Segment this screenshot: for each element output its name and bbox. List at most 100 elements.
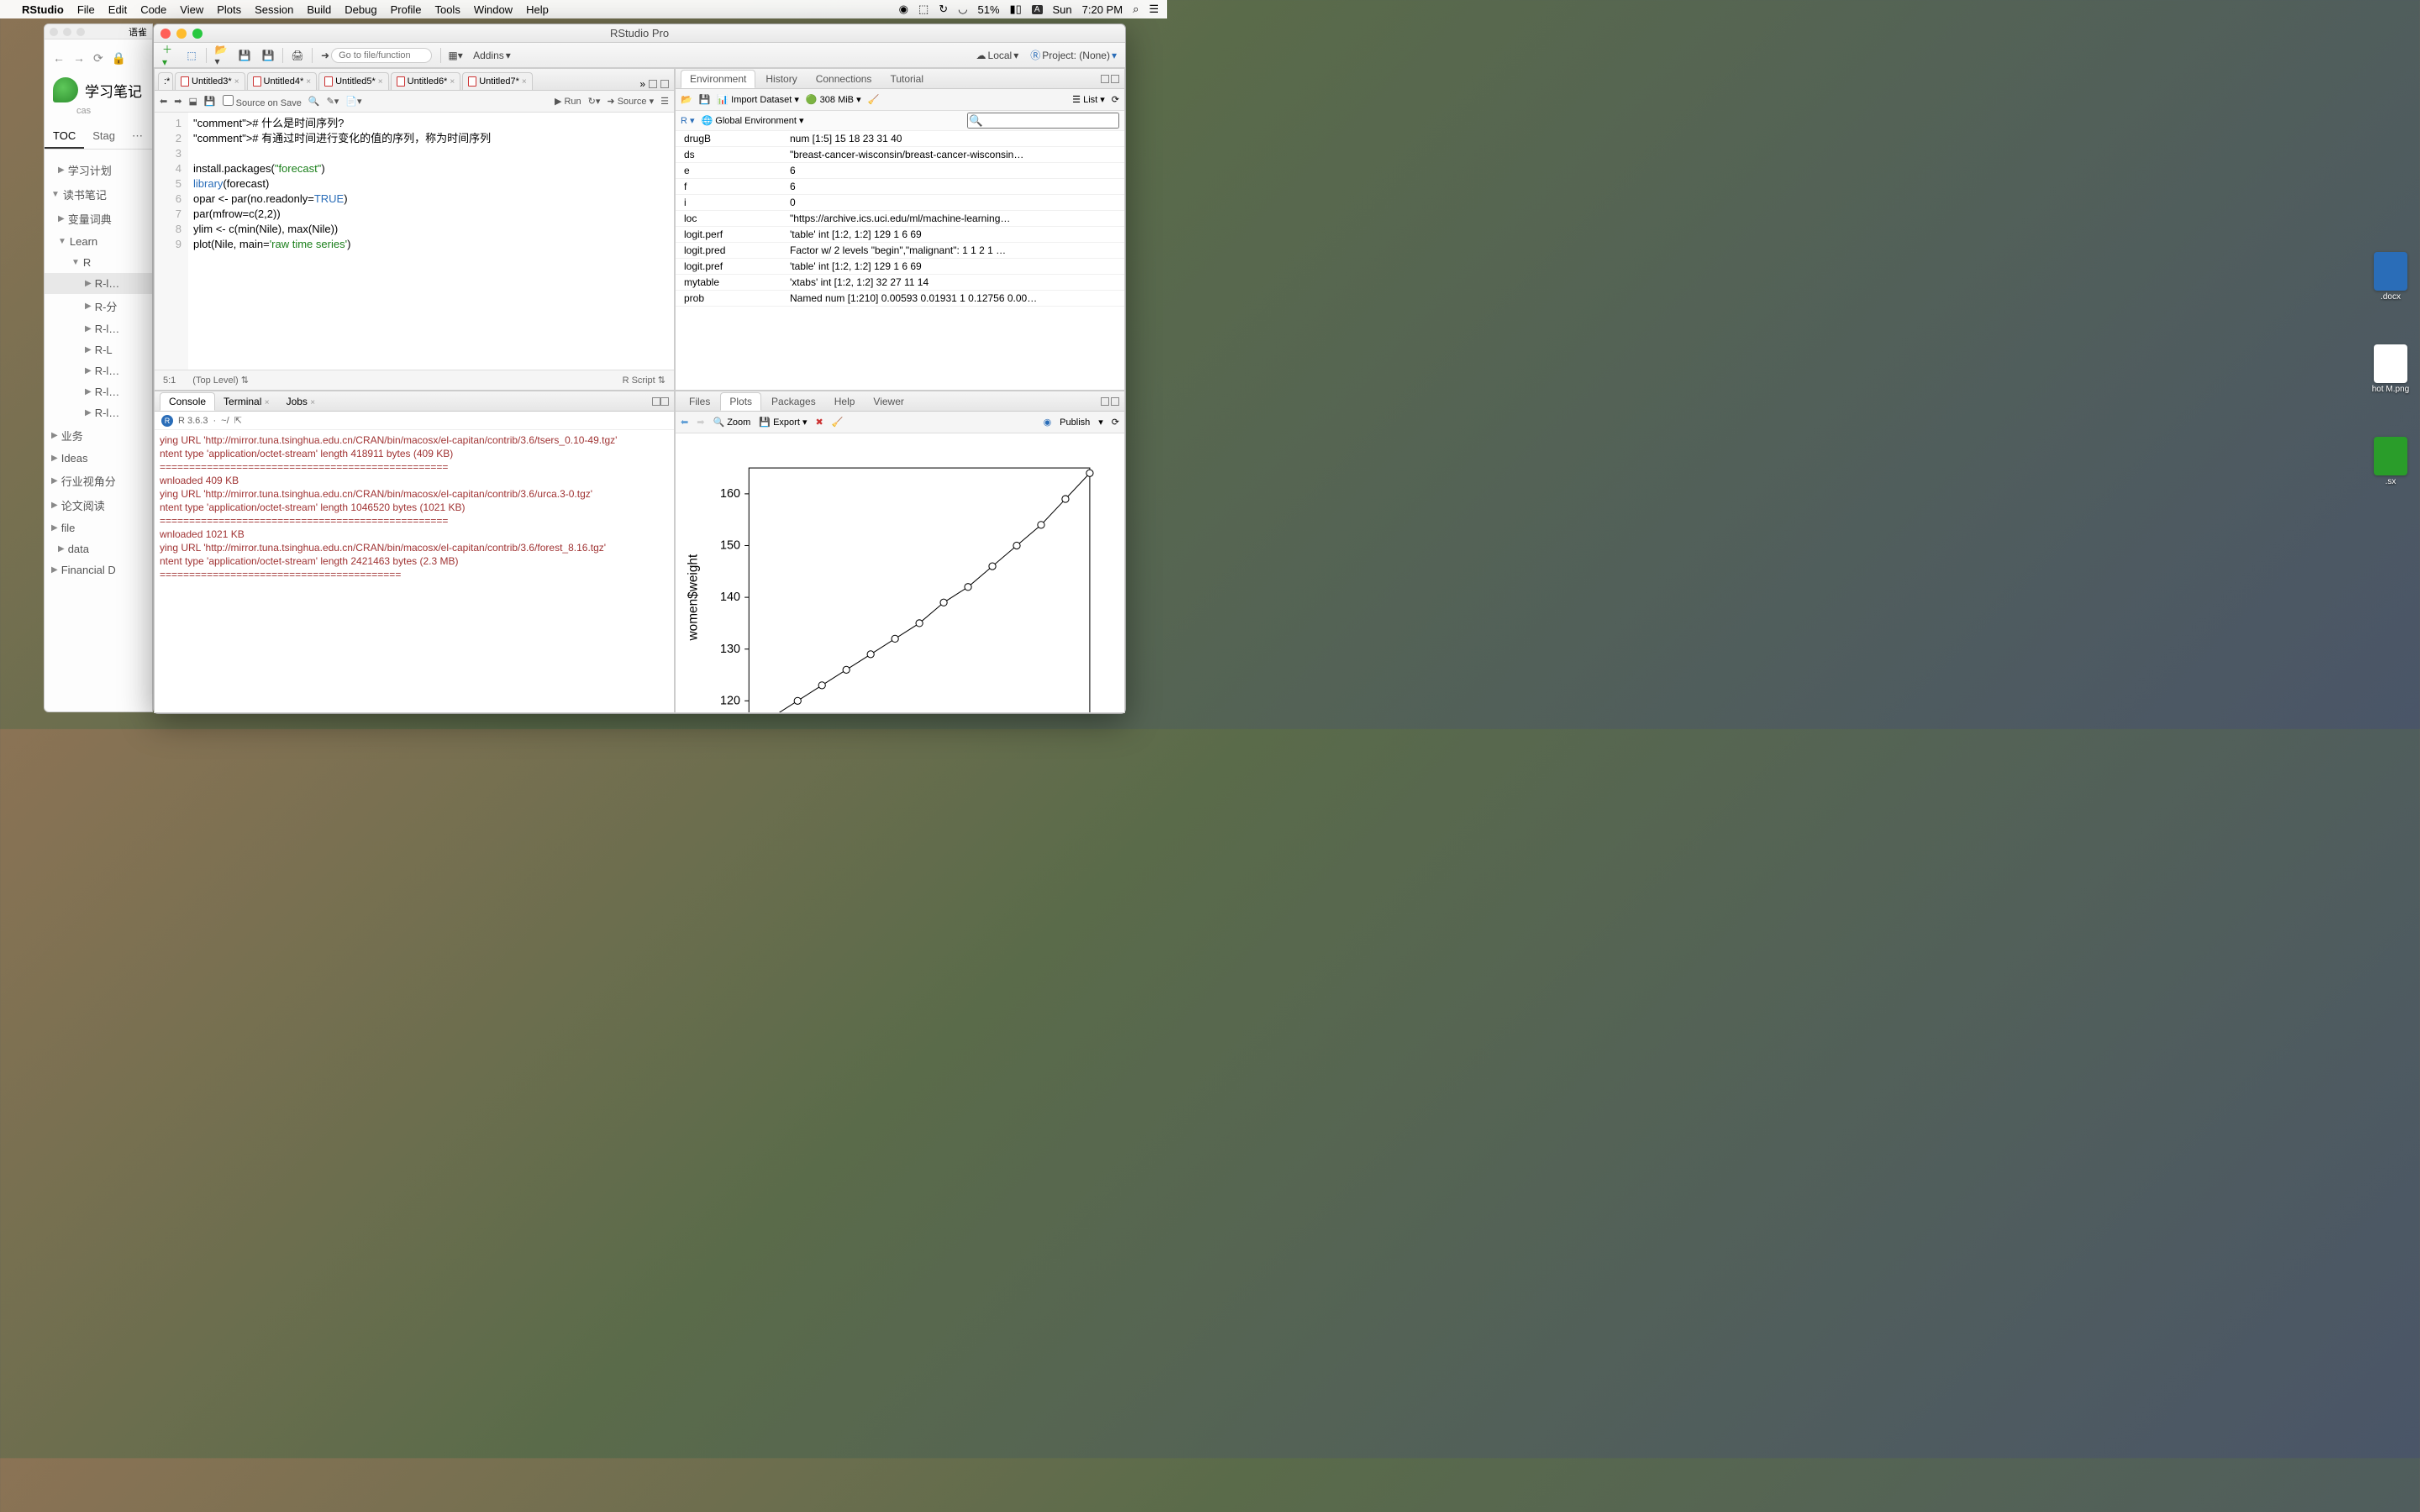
forward-icon[interactable]: ➡ [174, 96, 182, 107]
env-row[interactable]: drugBnum [1:5] 15 18 23 31 40 [676, 131, 1124, 147]
record-icon[interactable]: ◉ [899, 3, 908, 16]
zoom-button[interactable]: 🔍 Zoom [713, 417, 750, 428]
broom-icon[interactable]: 🧹 [868, 94, 880, 105]
find-icon[interactable]: 🔍 [308, 96, 320, 107]
tab-close-icon[interactable]: × [450, 77, 455, 87]
tree-item[interactable]: ▶Ideas [45, 448, 152, 469]
env-search[interactable] [967, 113, 1119, 129]
source-tab[interactable]: Untitled3*× [175, 72, 245, 90]
tree-item[interactable]: ▶变量词典 [45, 207, 152, 231]
tab-plots[interactable]: Plots [720, 392, 761, 411]
source-button[interactable]: ➜ Source ▾ [607, 96, 654, 107]
tree-item[interactable]: ▶R-l… [45, 318, 152, 339]
outline-icon[interactable]: ☰ [660, 96, 669, 107]
maximize-icon[interactable] [192, 29, 203, 39]
console-output[interactable]: ying URL 'http://mirror.tuna.tsinghua.ed… [155, 430, 674, 712]
plot-next-icon[interactable]: ➡ [697, 417, 704, 428]
tree-item[interactable]: ▶R-l… [45, 381, 152, 402]
env-row[interactable]: logit.pref'table' int [1:2, 1:2] 129 1 6… [676, 259, 1124, 275]
tab-files[interactable]: Files [681, 393, 718, 410]
menu-plots[interactable]: Plots [217, 3, 241, 16]
env-row[interactable]: ds"breast-cancer-wisconsin/breast-cancer… [676, 147, 1124, 163]
desktop-file[interactable]: .docx [2370, 252, 2412, 302]
control-center-icon[interactable]: ☰ [1149, 3, 1159, 16]
menu-edit[interactable]: Edit [108, 3, 127, 16]
tab-close-icon[interactable]: × [234, 77, 239, 87]
menu-view[interactable]: View [180, 3, 203, 16]
source-tab[interactable]: Untitled6*× [391, 72, 461, 90]
tab-history[interactable]: History [757, 71, 805, 87]
menu-file[interactable]: File [77, 3, 95, 16]
tabs-overflow-icon[interactable]: » [639, 78, 645, 90]
menu-tools[interactable]: Tools [434, 3, 460, 16]
tab-close-icon[interactable]: × [265, 398, 270, 407]
tab-help[interactable]: Help [826, 393, 864, 410]
pane-maximize-icon[interactable] [660, 80, 669, 88]
tab-console[interactable]: Console [160, 392, 215, 411]
goto-file[interactable]: ➜ [318, 46, 435, 65]
tree-item[interactable]: ▶R-分 [45, 294, 152, 318]
pane-minimize-icon[interactable] [649, 80, 657, 88]
reload-icon[interactable]: ⟳ [93, 51, 103, 66]
code-editor[interactable]: 123456789 "comment"># 什么是时间序列? "comment"… [155, 113, 674, 370]
app-name[interactable]: RStudio [22, 3, 64, 16]
tree-item[interactable]: ▶论文阅读 [45, 493, 152, 517]
print-icon[interactable]: 🖨 [288, 47, 307, 64]
local-branch[interactable]: ☁ Local ▾ [973, 48, 1023, 63]
tree-item[interactable]: ▶data [45, 538, 152, 559]
project-menu[interactable]: Ⓡ Project: (None) ▾ [1027, 46, 1120, 64]
battery-percent[interactable]: 51% [977, 3, 999, 16]
memory-usage[interactable]: 🟢 308 MiB ▾ [806, 94, 861, 105]
tab-connections[interactable]: Connections [808, 71, 881, 87]
env-row[interactable]: probNamed num [1:210] 0.00593 0.01931 1 … [676, 291, 1124, 307]
env-row[interactable]: i0 [676, 195, 1124, 211]
tab-close-icon[interactable]: × [522, 77, 527, 87]
working-dir[interactable]: ~/ [221, 416, 229, 426]
tab-jobs[interactable]: Jobs × [278, 393, 324, 410]
publish-button[interactable]: ◉ [1044, 417, 1052, 428]
tab-tutorial[interactable]: Tutorial [881, 71, 932, 87]
popout-icon[interactable]: ⇱ [234, 415, 242, 426]
plot-prev-icon[interactable]: ⬅ [681, 417, 688, 428]
grid-icon[interactable]: ▦▾ [446, 47, 465, 64]
pane-minimize-icon[interactable] [652, 397, 660, 406]
forward-icon[interactable]: → [73, 51, 85, 66]
tab-environment[interactable]: Environment [681, 70, 755, 88]
rerun-icon[interactable]: ↻▾ [588, 96, 601, 107]
tree-item[interactable]: ▶学习计划 [45, 158, 152, 182]
refresh-plot-icon[interactable]: ⟳ [1112, 417, 1119, 428]
close-icon[interactable] [160, 29, 171, 39]
tree-item[interactable]: ▶R-L [45, 339, 152, 360]
refresh-icon[interactable]: ⟳ [1112, 94, 1119, 105]
open-file-icon[interactable]: 📂▾ [212, 47, 230, 64]
new-project-icon[interactable]: ⬚ [182, 47, 201, 64]
env-row[interactable]: logit.perf'table' int [1:2, 1:2] 129 1 6… [676, 227, 1124, 243]
tree-item[interactable]: ▶业务 [45, 423, 152, 448]
tree-item[interactable]: ▶Financial D [45, 559, 152, 580]
clock-day[interactable]: Sun [1053, 3, 1072, 16]
export-button[interactable]: 💾 Export ▾ [759, 417, 807, 428]
tree-item[interactable]: ▼R [45, 252, 152, 273]
menu-build[interactable]: Build [307, 3, 331, 16]
dropbox-icon[interactable]: ⬚ [918, 3, 929, 16]
env-row[interactable]: f6 [676, 179, 1124, 195]
back-icon[interactable]: ⬅ [160, 96, 167, 107]
source-on-save[interactable]: Source on Save [223, 95, 302, 108]
scope-selector[interactable]: (Top Level) ⇅ [192, 375, 249, 386]
pane-maximize-icon[interactable] [660, 397, 669, 406]
tab-more[interactable]: ⋯ [124, 124, 151, 149]
run-button[interactable]: ▶ Run [555, 96, 581, 107]
tab-stag[interactable]: Stag [84, 124, 124, 149]
traffic-min-dim[interactable] [63, 28, 71, 36]
desktop-file[interactable]: .sx [2370, 437, 2412, 486]
clock-time[interactable]: 7:20 PM [1082, 3, 1123, 16]
tree-item[interactable]: ▶file [45, 517, 152, 538]
pane-maximize-icon[interactable] [1111, 397, 1119, 406]
addins-menu[interactable]: Addins ▾ [470, 48, 514, 63]
pane-minimize-icon[interactable] [1101, 75, 1109, 83]
tab-packages[interactable]: Packages [763, 393, 824, 410]
global-env[interactable]: 🌐 Global Environment ▾ [702, 115, 804, 126]
back-icon[interactable]: ← [53, 51, 65, 66]
tab-close-icon[interactable]: × [378, 77, 383, 87]
pane-minimize-icon[interactable] [1101, 397, 1109, 406]
